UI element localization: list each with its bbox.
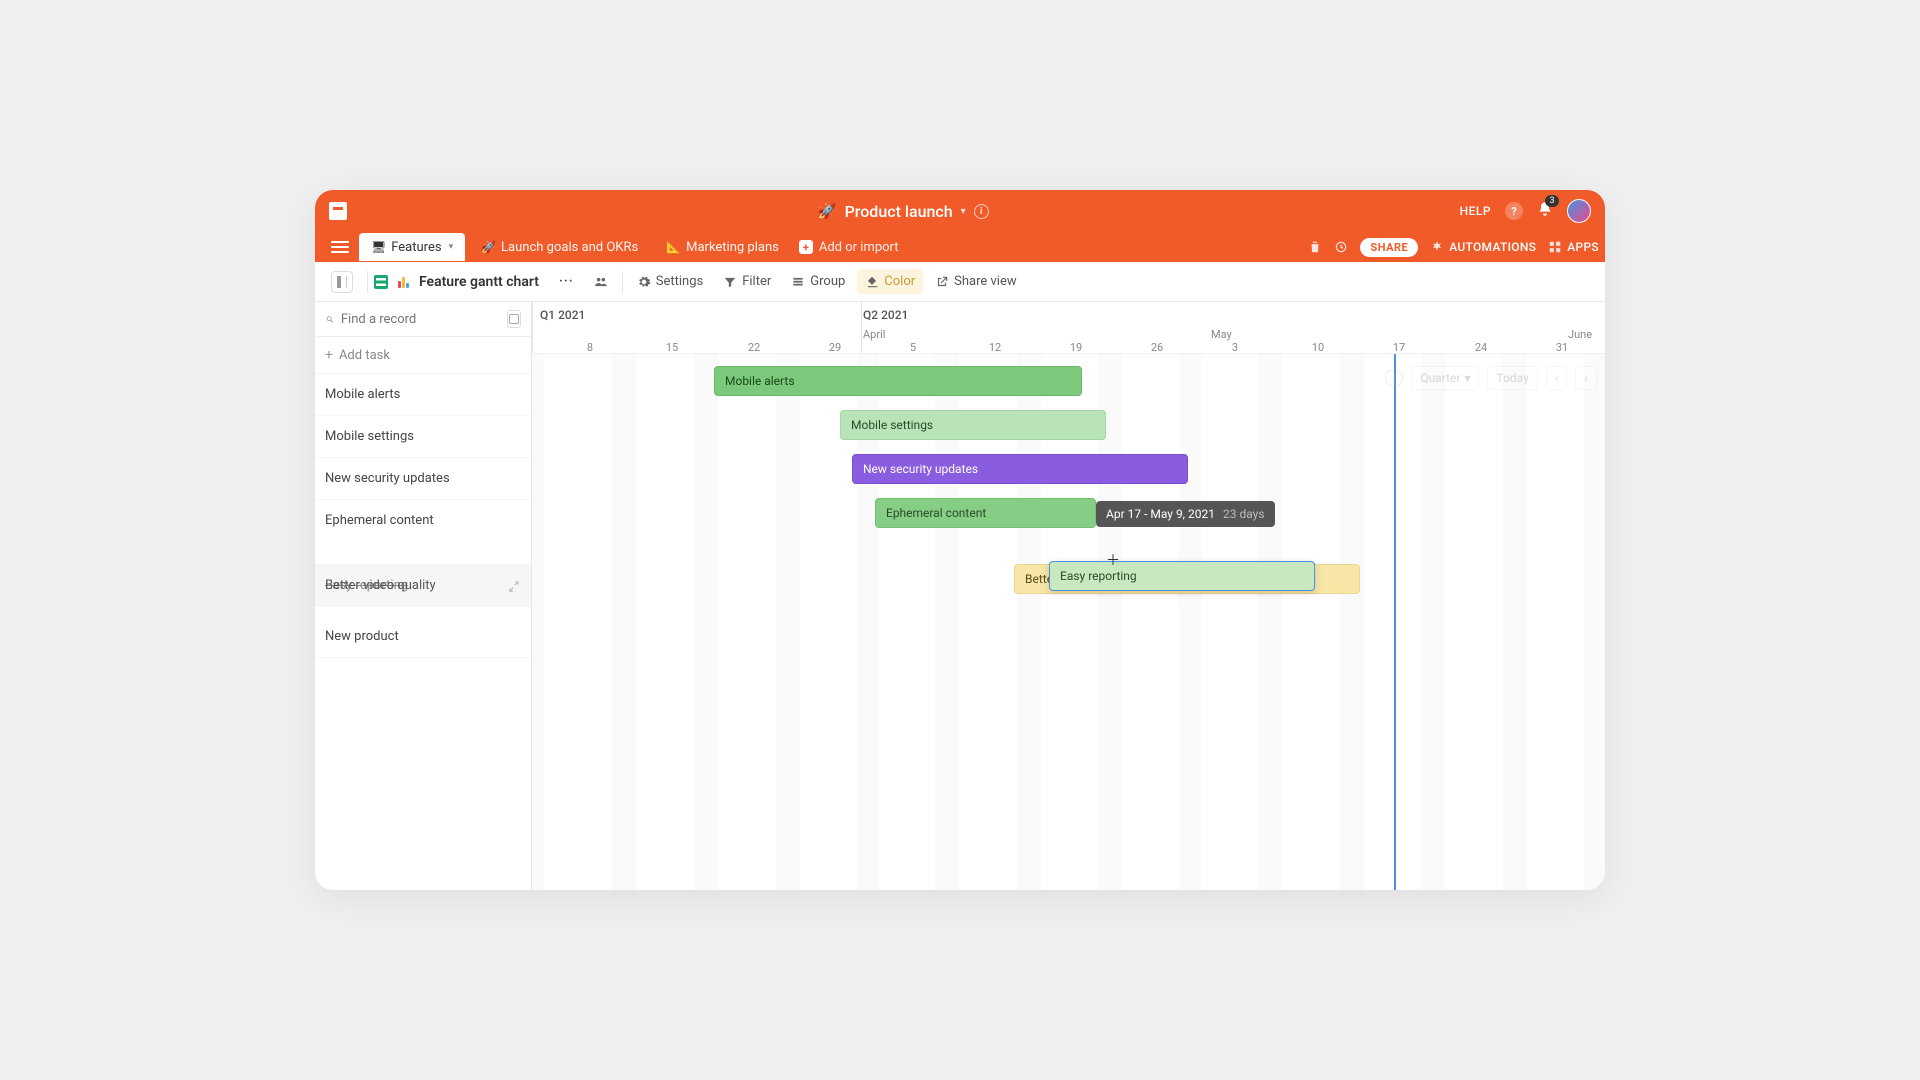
- monitor-icon: 🖥: [371, 240, 386, 254]
- rocket-icon: 🚀: [818, 202, 837, 220]
- gantt-bar[interactable]: Ephemeral content: [875, 498, 1096, 528]
- trash-icon[interactable]: [1308, 240, 1322, 254]
- gantt-body[interactable]: Mobile alerts Mobile settings New securi…: [532, 354, 1605, 890]
- day-label: 17: [1393, 341, 1405, 354]
- gantt-chart[interactable]: Q1 2021 Q2 2021 April May June 8 15 22 2…: [532, 302, 1605, 890]
- search-icon: [325, 313, 335, 326]
- add-task-button[interactable]: + Add task: [315, 337, 531, 374]
- view-menu-button[interactable]: ···: [551, 269, 582, 294]
- task-row[interactable]: New security updates: [315, 458, 531, 500]
- record-sidebar: + Add task Mobile alerts Mobile settings…: [315, 302, 532, 890]
- day-label: 12: [989, 341, 1001, 354]
- tab-features[interactable]: 🖥 Features ▾: [359, 233, 465, 261]
- day-label: 10: [1312, 341, 1324, 354]
- titlebar: 🚀 Product launch ▾ i HELP ? 3: [315, 190, 1605, 232]
- collaborators-button[interactable]: [586, 270, 616, 294]
- bar-chart-icon: [398, 276, 409, 288]
- gantt-bar-dragging[interactable]: Easy reporting: [1049, 561, 1315, 591]
- tab-marketing[interactable]: 📐 Marketing plans: [654, 233, 791, 261]
- month-label: April: [863, 328, 885, 341]
- task-row[interactable]: Mobile alerts: [315, 374, 531, 416]
- main-content: + Add task Mobile alerts Mobile settings…: [315, 302, 1605, 890]
- day-label: 8: [587, 341, 593, 354]
- month-label: June: [1568, 328, 1592, 341]
- expand-hint-icon[interactable]: [507, 310, 521, 328]
- timeline-header: Q1 2021 Q2 2021 April May June 8 15 22 2…: [532, 302, 1605, 354]
- task-row[interactable]: Mobile settings: [315, 416, 531, 458]
- collapse-sidebar-button[interactable]: [323, 266, 361, 298]
- automations-button[interactable]: AUTOMATIONS: [1430, 240, 1536, 254]
- day-label: 15: [666, 341, 678, 354]
- task-row[interactable]: Ephemeral content: [315, 500, 531, 565]
- day-label: 26: [1151, 341, 1163, 354]
- gantt-bar[interactable]: Mobile alerts: [714, 366, 1082, 396]
- day-label: 29: [829, 341, 841, 354]
- day-label: 22: [748, 341, 760, 354]
- menu-icon[interactable]: [331, 241, 349, 253]
- month-label: May: [1211, 328, 1232, 341]
- share-button[interactable]: SHARE: [1360, 238, 1418, 257]
- tab-launch-goals[interactable]: 🚀 Launch goals and OKRs: [469, 233, 650, 261]
- help-icon[interactable]: ?: [1505, 202, 1523, 220]
- chevron-down-icon[interactable]: ▾: [449, 242, 454, 252]
- triangle-ruler-icon: 📐: [666, 240, 681, 254]
- day-label: 24: [1475, 341, 1487, 354]
- view-name[interactable]: Feature gantt chart: [419, 274, 539, 290]
- search-row: [315, 302, 531, 337]
- plus-icon: +: [325, 347, 333, 363]
- gantt-bar[interactable]: New security updates: [852, 454, 1188, 484]
- prev-button[interactable]: ‹: [1546, 366, 1568, 390]
- avatar[interactable]: [1567, 199, 1591, 223]
- notifications-button[interactable]: 3: [1537, 201, 1553, 221]
- timeline-nav: i Quarter ▾ Today ‹ ›: [1385, 366, 1597, 390]
- filter-button[interactable]: Filter: [715, 269, 779, 294]
- table-tabs: 🖥 Features ▾ 🚀 Launch goals and OKRs 📐 M…: [315, 232, 1605, 262]
- apps-button[interactable]: APPS: [1548, 240, 1599, 254]
- notification-badge: 3: [1545, 195, 1559, 207]
- task-row-hover[interactable]: Easy reporting Better video quality: [315, 565, 531, 607]
- view-toolbar: Feature gantt chart ··· Settings Filter …: [315, 262, 1605, 302]
- day-label: 3: [1232, 341, 1238, 354]
- grid-icon: [374, 275, 388, 289]
- plus-icon: +: [799, 240, 813, 254]
- color-button[interactable]: Color: [857, 269, 923, 294]
- base-title[interactable]: Product launch: [845, 202, 953, 221]
- search-input[interactable]: [341, 312, 507, 327]
- day-label: 5: [910, 341, 916, 354]
- expand-icon[interactable]: [507, 579, 521, 597]
- history-icon[interactable]: [1334, 240, 1348, 254]
- help-link[interactable]: HELP: [1460, 204, 1491, 218]
- app-logo[interactable]: [329, 202, 347, 220]
- quarter-label: Q2 2021: [863, 308, 908, 322]
- settings-button[interactable]: Settings: [629, 269, 711, 294]
- share-view-button[interactable]: Share view: [927, 269, 1024, 294]
- today-line: [1394, 354, 1396, 890]
- chevron-down-icon[interactable]: ▾: [961, 206, 966, 217]
- add-table-button[interactable]: + Add or import: [799, 240, 899, 255]
- task-row[interactable]: New product: [315, 607, 531, 658]
- app-window: 🚀 Product launch ▾ i HELP ? 3 🖥 Features…: [315, 190, 1605, 890]
- next-button[interactable]: ›: [1575, 366, 1597, 390]
- timescale-select[interactable]: Quarter ▾: [1411, 366, 1479, 390]
- day-label: 31: [1556, 341, 1568, 354]
- rocket-icon: 🚀: [481, 240, 496, 254]
- date-tooltip: Apr 17 - May 9, 2021 23 days: [1096, 501, 1275, 527]
- day-label: 19: [1070, 341, 1082, 354]
- group-button[interactable]: Group: [783, 269, 853, 294]
- quarter-label: Q1 2021: [540, 308, 585, 322]
- info-icon[interactable]: i: [974, 204, 989, 219]
- info-icon[interactable]: i: [1385, 369, 1403, 387]
- gantt-bar[interactable]: Mobile settings: [840, 410, 1106, 440]
- today-button[interactable]: Today: [1487, 366, 1537, 390]
